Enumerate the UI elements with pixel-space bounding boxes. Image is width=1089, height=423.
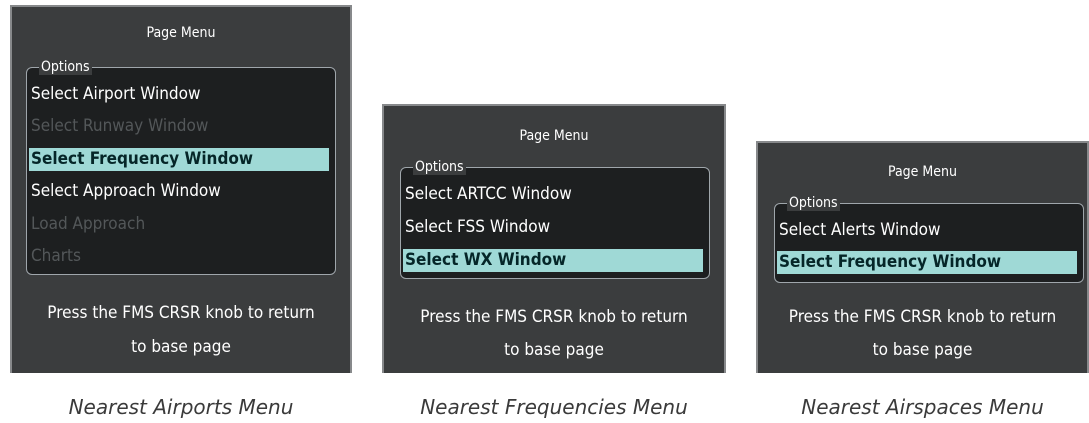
footer-instruction-line2: to base page: [872, 340, 973, 360]
menu-item-select-frequency-window[interactable]: Select Frequency Window: [29, 148, 329, 171]
menu-item-load-approach: Load Approach: [31, 214, 146, 234]
menu-item-select-approach-window[interactable]: Select Approach Window: [29, 180, 329, 203]
footer-instruction-line1: Press the FMS CRSR knob to return: [47, 303, 315, 323]
menu-item-select-runway-window: Select Runway Window: [31, 116, 209, 136]
footer-instruction-line1: Press the FMS CRSR knob to return: [788, 307, 1057, 327]
caption-nearest-airports-menu: Nearest Airports Menu: [68, 395, 294, 419]
nearest-airspaces-page-menu: Page Menu Options Select Alerts Window S…: [756, 141, 1089, 373]
page-menu-title: Page Menu: [887, 164, 958, 180]
options-label: Options: [39, 59, 92, 75]
footer-instruction-line1: Press the FMS CRSR knob to return: [420, 307, 688, 327]
options-list: Options Select Airport Window Select Run…: [26, 59, 336, 275]
menu-item-select-alerts-window[interactable]: Select Alerts Window: [777, 219, 1077, 242]
nearest-frequencies-page-menu: Page Menu Options Select ARTCC Window Se…: [382, 104, 726, 373]
footer-instruction-line2: to base page: [504, 340, 604, 360]
nearest-airports-page-menu: Page Menu Options Select Airport Window …: [10, 5, 352, 373]
menu-item-select-airport-window[interactable]: Select Airport Window: [29, 83, 329, 106]
menu-item-select-frequency-window[interactable]: Select Frequency Window: [777, 251, 1077, 274]
menu-item-select-wx-window[interactable]: Select WX Window: [403, 249, 703, 272]
options-label: Options: [787, 195, 840, 211]
menu-item-charts: Charts: [31, 246, 81, 266]
options-list: Options Select ARTCC Window Select FSS W…: [400, 159, 710, 279]
menu-item-select-artcc-window[interactable]: Select ARTCC Window: [403, 183, 703, 206]
menu-item-select-fss-window[interactable]: Select FSS Window: [403, 216, 703, 239]
caption-nearest-frequencies-menu: Nearest Frequencies Menu: [420, 395, 688, 419]
page-menu-title: Page Menu: [146, 25, 216, 41]
footer-instruction-line2: to base page: [131, 337, 231, 357]
options-list: Options Select Alerts Window Select Freq…: [774, 195, 1084, 283]
options-label: Options: [413, 159, 466, 175]
page-menu-title: Page Menu: [519, 128, 589, 144]
caption-nearest-airspaces-menu: Nearest Airspaces Menu: [801, 395, 1044, 419]
